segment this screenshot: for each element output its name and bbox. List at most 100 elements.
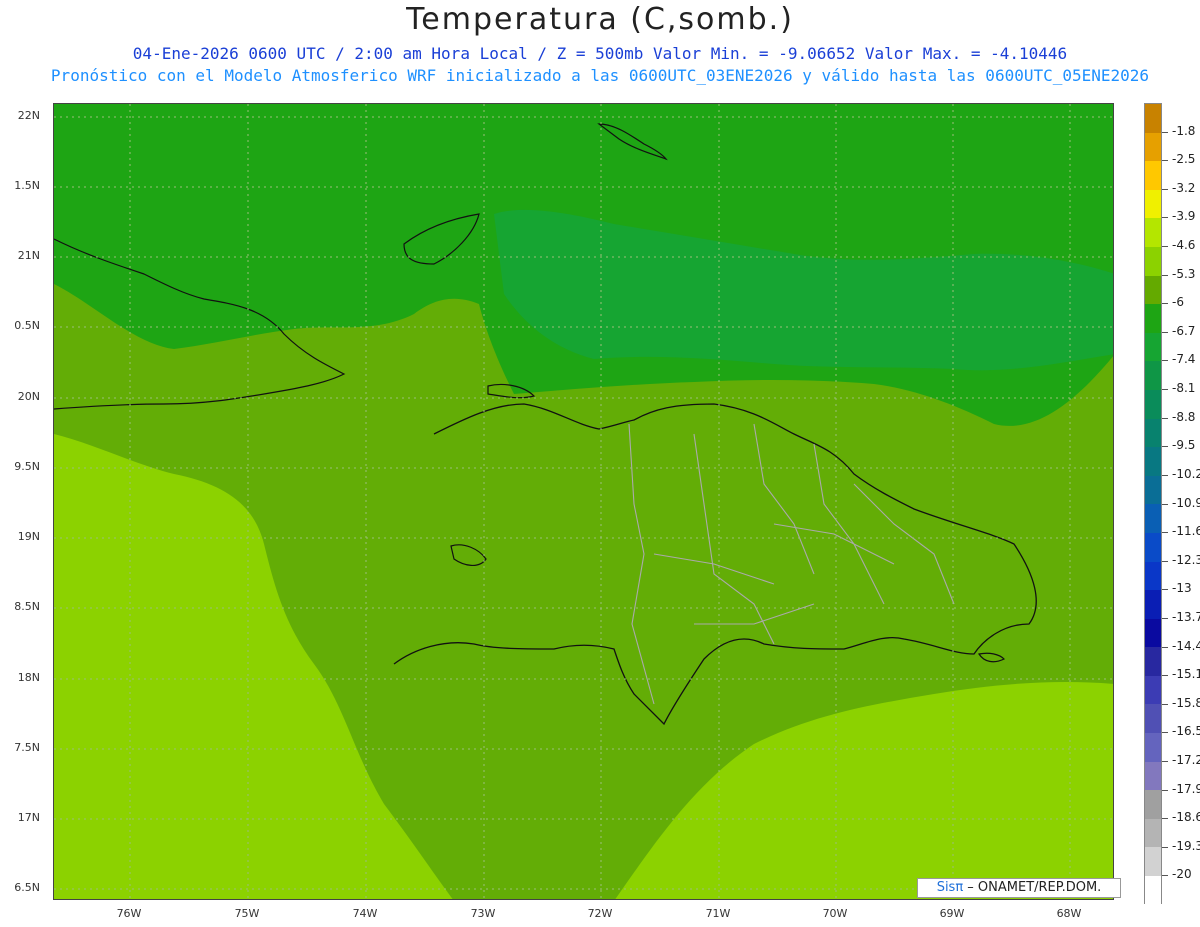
lon-label: 76W [116, 907, 142, 920]
lon-label: 68W [1056, 907, 1082, 920]
lat-label: 19N [17, 530, 40, 543]
colorbar-segment [1145, 161, 1161, 190]
temperature-map [53, 103, 1114, 900]
colorbar-segment [1145, 847, 1161, 877]
lat-label: 0.5N [14, 319, 40, 332]
colorbar-label: -7.4 [1172, 352, 1196, 367]
colorbar-tick [1162, 589, 1168, 591]
colorbar-tick [1162, 617, 1168, 619]
lat-label: 7.5N [14, 741, 40, 754]
colorbar-label: -5.3 [1172, 266, 1196, 281]
colorbar-tick [1162, 474, 1168, 476]
lat-label: 17N [17, 811, 40, 824]
colorbar-label: -15.8 [1172, 695, 1200, 710]
colorbar-segment [1145, 304, 1161, 333]
colorbar-tick [1162, 246, 1168, 248]
colorbar-segment [1145, 647, 1161, 676]
colorbar-segment [1145, 104, 1161, 133]
colorbar-segment [1145, 189, 1161, 219]
colorbar-segment [1145, 361, 1161, 390]
colorbar-label: -20 [1172, 867, 1192, 882]
colorbar-label: -8.8 [1172, 409, 1196, 424]
colorbar-label: -17.9 [1172, 781, 1200, 796]
colorbar-segment [1145, 447, 1161, 476]
colorbar-tick [1162, 760, 1168, 762]
colorbar-label: -17.2 [1172, 752, 1200, 767]
colorbar-segment [1145, 218, 1161, 247]
colorbar-tick [1162, 389, 1168, 391]
lon-label: 73W [470, 907, 496, 920]
colorbar-tick [1162, 446, 1168, 448]
lon-label: 70W [822, 907, 848, 920]
colorbar-tick [1162, 789, 1168, 791]
colorbar-segment [1145, 275, 1161, 305]
colorbar-segment [1145, 590, 1161, 619]
credit-box: Sisπ – ONAMET/REP.DOM. [917, 878, 1121, 898]
colorbar-label: -10.9 [1172, 495, 1200, 510]
colorbar [1144, 103, 1162, 905]
colorbar-tick [1162, 875, 1168, 877]
lon-label: 71W [705, 907, 731, 920]
colorbar-segment [1145, 246, 1161, 276]
colorbar-segment [1145, 818, 1161, 848]
lat-label: 8.5N [14, 600, 40, 613]
colorbar-segment [1145, 761, 1161, 791]
colorbar-label: -8.1 [1172, 381, 1196, 396]
lat-label: 18N [17, 671, 40, 684]
colorbar-segment [1145, 532, 1161, 562]
colorbar-label: -10.2 [1172, 466, 1200, 481]
colorbar-segment [1145, 704, 1161, 734]
colorbar-tick [1162, 303, 1168, 305]
colorbar-label: -15.1 [1172, 667, 1200, 682]
colorbar-label: -14.4 [1172, 638, 1200, 653]
model-info-line: Pronóstico con el Modelo Atmosferico WRF… [50, 66, 1150, 85]
colorbar-tick [1162, 274, 1168, 276]
lon-label: 72W [587, 907, 613, 920]
colorbar-tick [1162, 532, 1168, 534]
colorbar-tick [1162, 188, 1168, 190]
credit-brand: Sisπ [936, 880, 964, 895]
colorbar-tick [1162, 703, 1168, 705]
lat-label: 1.5N [14, 179, 40, 192]
colorbar-label: -2.5 [1172, 152, 1196, 167]
colorbar-segment [1145, 332, 1161, 362]
colorbar-segment [1145, 389, 1161, 419]
colorbar-label: -11.6 [1172, 524, 1200, 539]
lat-label: 21N [17, 249, 40, 262]
colorbar-tick [1162, 846, 1168, 848]
colorbar-tick [1162, 360, 1168, 362]
colorbar-tick [1162, 217, 1168, 219]
colorbar-label: -9.5 [1172, 438, 1196, 453]
lon-label: 74W [352, 907, 378, 920]
lat-label: 6.5N [14, 881, 40, 894]
colorbar-segment [1145, 504, 1161, 533]
colorbar-tick [1162, 160, 1168, 162]
colorbar-label: -1.8 [1172, 123, 1196, 138]
colorbar-segment [1145, 561, 1161, 591]
colorbar-tick [1162, 818, 1168, 820]
colorbar-tick [1162, 675, 1168, 677]
colorbar-label: -18.6 [1172, 810, 1200, 825]
colorbar-label: -19.3 [1172, 838, 1200, 853]
colorbar-label: -13.7 [1172, 609, 1200, 624]
colorbar-segment [1145, 675, 1161, 705]
map-title: Temperatura (C,somb.) [406, 2, 794, 37]
lon-label: 69W [939, 907, 965, 920]
lat-label: 9.5N [14, 460, 40, 473]
colorbar-segment [1145, 132, 1161, 162]
colorbar-label: -6 [1172, 295, 1184, 310]
colorbar-tick [1162, 503, 1168, 505]
lat-label: 20N [17, 390, 40, 403]
colorbar-segment [1145, 876, 1161, 905]
colorbar-tick [1162, 131, 1168, 133]
colorbar-segment [1145, 418, 1161, 448]
credit-text: – ONAMET/REP.DOM. [963, 880, 1102, 895]
colorbar-tick [1162, 646, 1168, 648]
colorbar-segment [1145, 618, 1161, 648]
colorbar-label: -13 [1172, 581, 1192, 596]
colorbar-segment [1145, 790, 1161, 819]
colorbar-label: -16.5 [1172, 724, 1200, 739]
colorbar-label: -3.2 [1172, 180, 1196, 195]
colorbar-label: -4.6 [1172, 238, 1196, 253]
colorbar-tick [1162, 732, 1168, 734]
